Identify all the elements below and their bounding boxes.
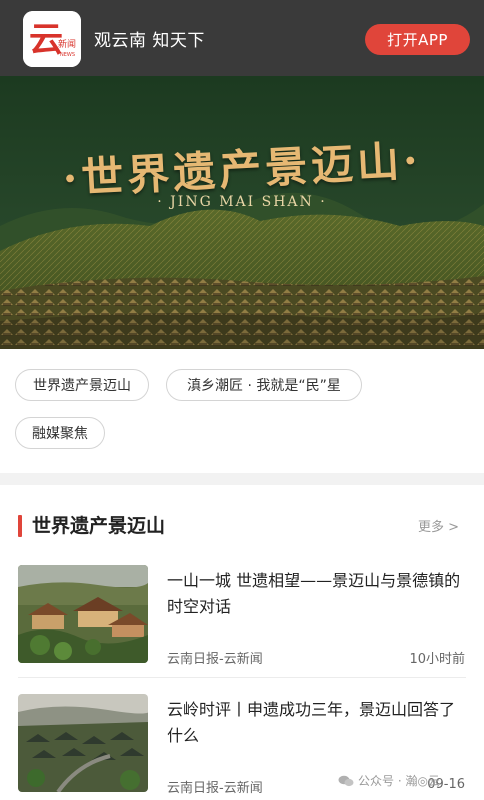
aerial-village-photo [18, 694, 148, 792]
more-link[interactable]: 更多 > [418, 516, 459, 535]
watermark-text: 公众号 · 瀚◎云 [358, 774, 440, 788]
jingmai-mountain-illustration [0, 76, 484, 349]
logo-icon: 云 新闻 NEWS [23, 11, 81, 67]
hero-banner[interactable]: ·世界遗产景迈山· · JING MAI SHAN · [0, 76, 484, 349]
topic-chip[interactable]: 滇乡潮匠 · 我就是“民”星 [166, 369, 362, 401]
topic-chip[interactable]: 融媒聚焦 [15, 417, 105, 449]
news-source: 云南日报-云新闻 [167, 781, 263, 796]
news-source: 云南日报-云新闻 [167, 652, 263, 667]
topic-chips: 世界遗产景迈山 滇乡潮匠 · 我就是“民”星 融媒聚焦 [0, 349, 484, 473]
banner-subtitle: · JING MAI SHAN · [157, 194, 327, 210]
open-app-button[interactable]: 打开APP [365, 24, 470, 55]
svg-text:NEWS: NEWS [60, 52, 75, 58]
village-photo [18, 565, 148, 663]
yunnan-news-logo[interactable]: 云 新闻 NEWS [23, 11, 81, 67]
svg-text:新闻: 新闻 [58, 38, 76, 50]
list-divider [18, 677, 466, 678]
news-title: 一山一城 世遗相望——景迈山与景德镇的时空对话 [167, 571, 461, 616]
section-separator [0, 473, 484, 485]
wechat-icon [338, 775, 354, 787]
section-accent-bar [18, 515, 22, 537]
app-slogan: 观云南 知天下 [94, 31, 205, 51]
news-time: 10小时前 [409, 652, 465, 667]
topic-chip[interactable]: 世界遗产景迈山 [15, 369, 149, 401]
news-thumbnail [18, 694, 148, 792]
news-thumbnail [18, 565, 148, 663]
wechat-watermark: 公众号 · 瀚◎云 [338, 772, 440, 789]
news-title: 云岭时评丨申遗成功三年，景迈山回答了什么 [167, 700, 456, 745]
section-title: 世界遗产景迈山 [32, 515, 166, 537]
app-header: 云 新闻 NEWS 观云南 知天下 打开APP [0, 0, 484, 76]
news-item[interactable]: 一山一城 世遗相望——景迈山与景德镇的时空对话 云南日报-云新闻 10小时前 [0, 565, 484, 685]
